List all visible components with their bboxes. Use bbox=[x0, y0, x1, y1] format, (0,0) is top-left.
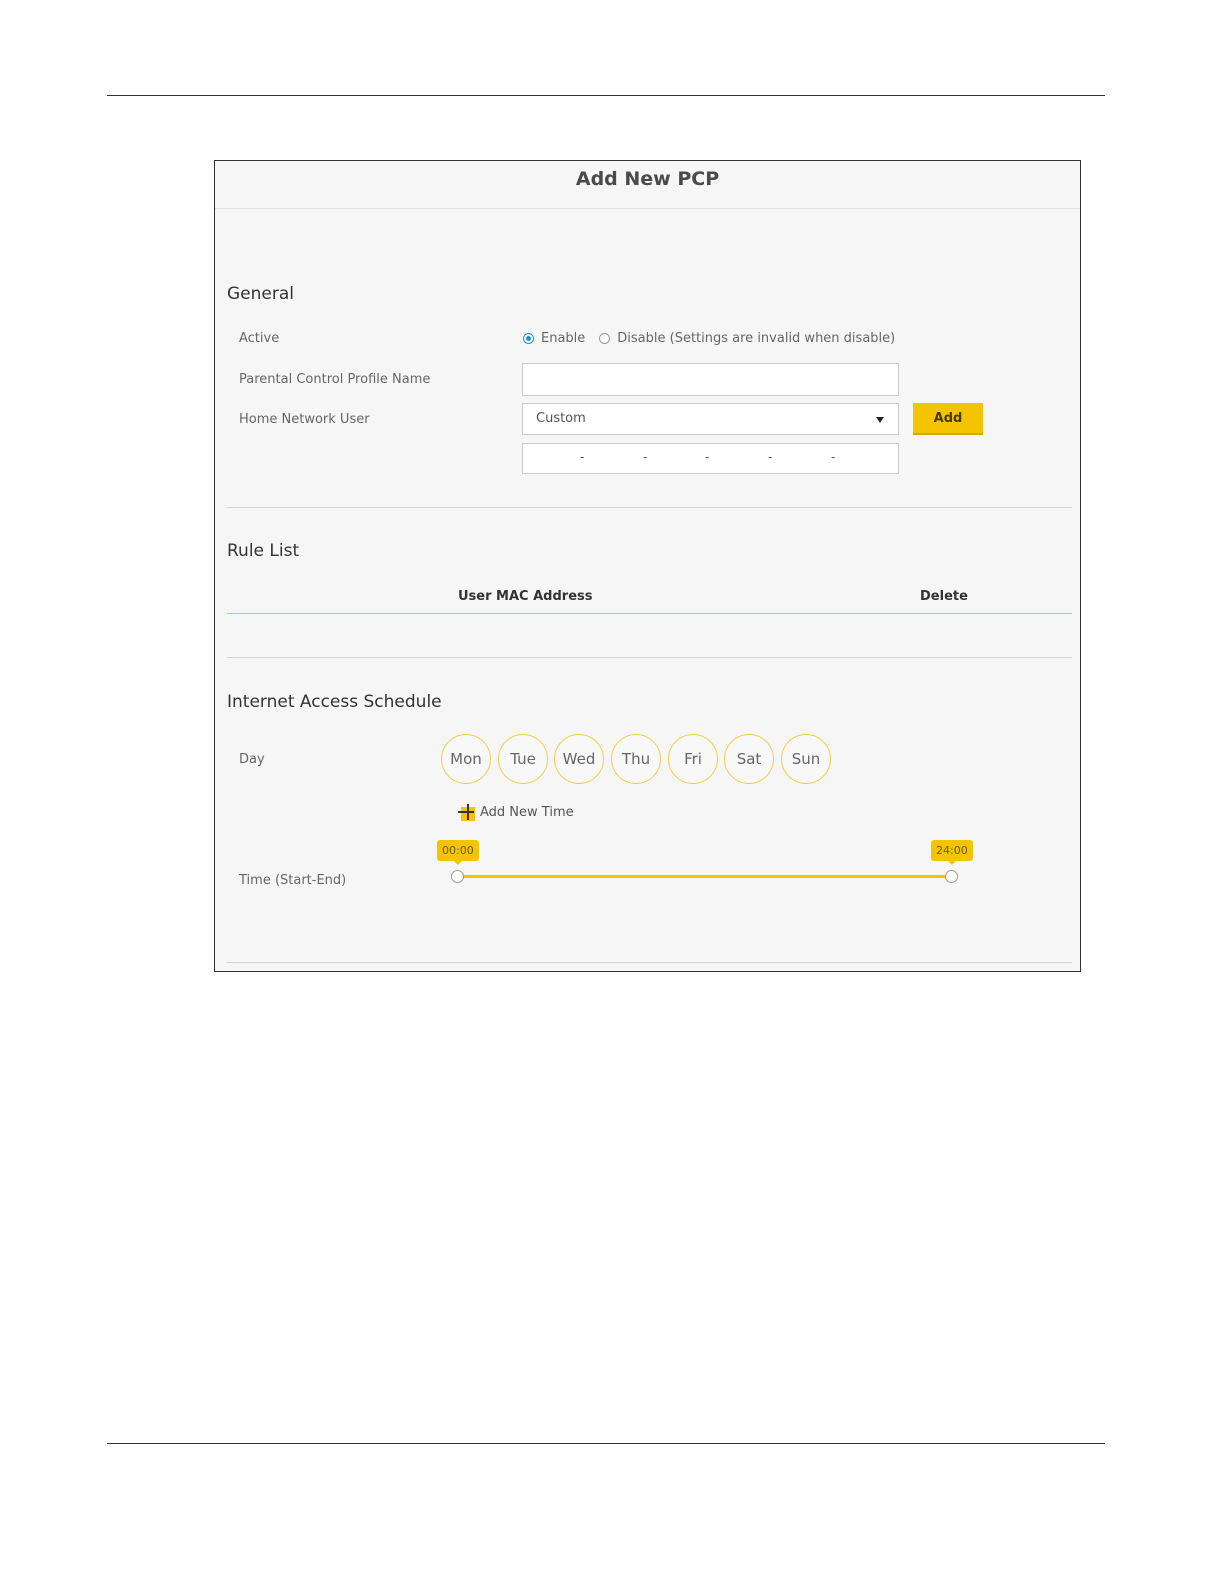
day-tue[interactable]: Tue bbox=[498, 734, 548, 784]
section-divider bbox=[227, 962, 1072, 963]
time-range-slider-track[interactable] bbox=[457, 875, 951, 878]
section-divider bbox=[227, 657, 1072, 658]
table-header-underline bbox=[227, 613, 1072, 614]
profile-name-input[interactable] bbox=[522, 363, 899, 396]
disable-radio-label[interactable]: Disable (Settings are invalid when disab… bbox=[617, 331, 895, 346]
start-time-handle[interactable] bbox=[451, 870, 464, 883]
day-thu[interactable]: Thu bbox=[611, 734, 661, 784]
mac-address-input[interactable]: - - - - - bbox=[522, 443, 899, 474]
add-pcp-dialog: Add New PCP General Active Enable Disabl… bbox=[214, 160, 1081, 972]
home-user-label: Home Network User bbox=[239, 412, 370, 427]
add-new-time-label: Add New Time bbox=[480, 804, 574, 820]
time-range-label: Time (Start-End) bbox=[239, 873, 347, 888]
day-mon[interactable]: Mon bbox=[441, 734, 491, 784]
day-label: Day bbox=[239, 752, 265, 767]
day-sat[interactable]: Sat bbox=[724, 734, 774, 784]
end-time-tooltip: 24:00 bbox=[931, 840, 973, 865]
rule-list-heading: Rule List bbox=[227, 541, 300, 561]
home-user-select[interactable]: Custom bbox=[522, 403, 899, 435]
mac-separator: - bbox=[580, 450, 585, 464]
active-radio-group: Enable Disable (Settings are invalid whe… bbox=[523, 331, 909, 346]
page-footer-rule bbox=[107, 1443, 1105, 1444]
plus-icon bbox=[458, 804, 475, 821]
dialog-title: Add New PCP bbox=[215, 161, 1080, 209]
day-sun[interactable]: Sun bbox=[781, 734, 831, 784]
schedule-heading: Internet Access Schedule bbox=[227, 692, 442, 712]
column-header-mac: User MAC Address bbox=[458, 589, 593, 604]
caret-down-icon bbox=[876, 417, 884, 423]
end-time-handle[interactable] bbox=[945, 870, 958, 883]
day-fri[interactable]: Fri bbox=[668, 734, 718, 784]
mac-separator: - bbox=[831, 450, 836, 464]
mac-separator: - bbox=[705, 450, 710, 464]
section-divider bbox=[227, 507, 1072, 508]
general-heading: General bbox=[227, 284, 294, 304]
add-new-time-button[interactable]: Add New Time bbox=[458, 803, 574, 821]
mac-separator: - bbox=[643, 450, 648, 464]
add-button[interactable]: Add bbox=[913, 403, 983, 435]
profile-name-label: Parental Control Profile Name bbox=[239, 372, 431, 387]
home-user-selected-value: Custom bbox=[536, 411, 586, 426]
enable-radio[interactable] bbox=[523, 333, 534, 344]
active-label: Active bbox=[239, 331, 280, 346]
page-header-rule bbox=[107, 95, 1105, 96]
enable-radio-label[interactable]: Enable bbox=[541, 331, 585, 346]
column-header-delete: Delete bbox=[920, 589, 968, 604]
mac-separator: - bbox=[768, 450, 773, 464]
disable-radio[interactable] bbox=[599, 333, 611, 344]
start-time-tooltip: 00:00 bbox=[437, 840, 479, 865]
day-wed[interactable]: Wed bbox=[554, 734, 604, 784]
